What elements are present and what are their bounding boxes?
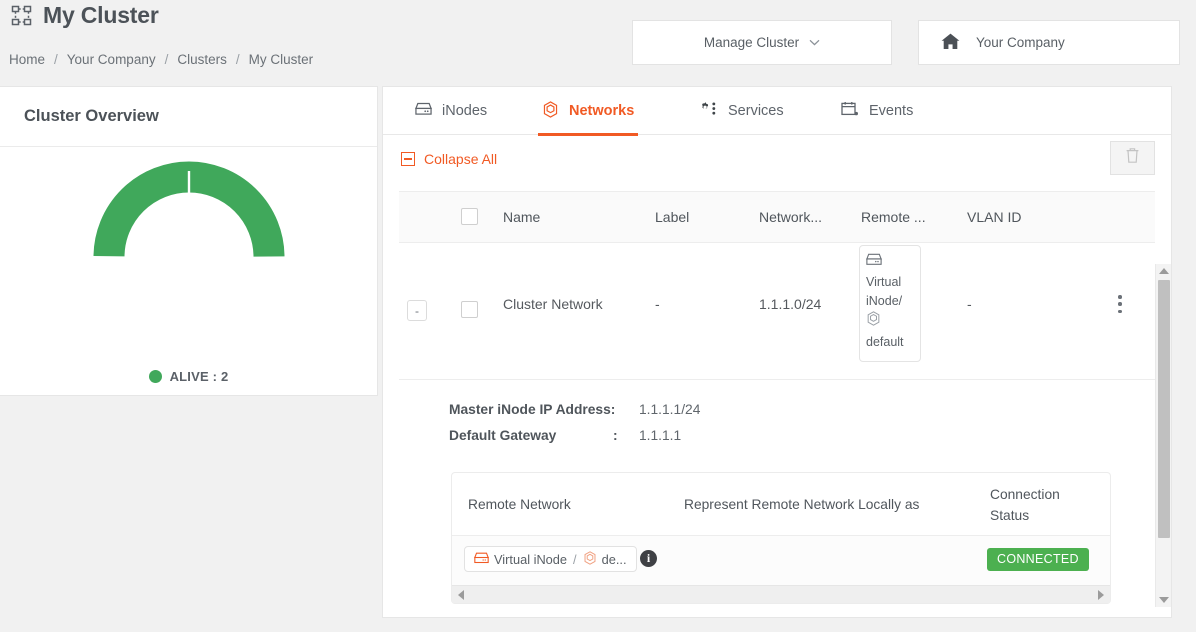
tab-networks[interactable]: Networks (538, 87, 639, 136)
breadcrumb: Home / Your Company / Clusters / My Clus… (8, 52, 314, 67)
network-hexagon-icon (542, 100, 559, 122)
column-header-remote: Remote ... (861, 209, 926, 225)
row-expand-toggle[interactable]: - (407, 300, 427, 321)
page-title: My Cluster (43, 2, 159, 28)
legend-color-swatch-alive (148, 370, 162, 383)
breadcrumb-item-clusters[interactable]: Clusters (176, 52, 228, 67)
inode-icon (415, 102, 432, 120)
column-header-represent-as: Represent Remote Network Locally as (684, 497, 920, 512)
networks-table-body: - Cluster Network - 1.1.1.0/24 Virtual i… (383, 243, 1171, 604)
row-checkbox[interactable] (461, 301, 478, 318)
network-hexagon-icon (583, 550, 597, 568)
network-hexagon-icon (866, 311, 914, 332)
tab-events-label: Events (869, 103, 914, 119)
manage-cluster-label: Manage Cluster (703, 35, 800, 50)
tab-inodes-label: iNodes (442, 103, 488, 119)
column-header-remote-network: Remote Network (468, 497, 571, 512)
scroll-right-arrow-icon[interactable] (1098, 590, 1104, 600)
box-minus-icon (401, 152, 415, 166)
scrollbar-thumb[interactable] (1158, 280, 1170, 538)
collapse-all-button[interactable]: Collapse All (401, 151, 497, 167)
column-header-vlan-id: VLAN ID (967, 209, 1022, 225)
gears-icon (699, 101, 718, 121)
breadcrumb-separator: / (164, 52, 169, 67)
cluster-topology-icon (10, 4, 34, 28)
cell-label: - (655, 296, 660, 312)
delete-button[interactable] (1110, 141, 1155, 175)
cluster-overview-title: Cluster Overview (24, 107, 159, 125)
default-gateway-row: Default Gateway : 1.1.1.1 (399, 428, 1155, 454)
trash-icon (1125, 147, 1140, 169)
select-all-checkbox[interactable] (461, 208, 478, 225)
home-icon (941, 33, 960, 53)
scroll-up-arrow-icon[interactable] (1159, 268, 1169, 274)
cell-vlan-id: - (967, 296, 972, 312)
tab-services[interactable]: Services (699, 87, 784, 135)
networks-toolbar: Collapse All (383, 135, 1171, 191)
chip-network-label: default (866, 335, 904, 349)
remote-chip-inode-label: Virtual iNode (494, 551, 568, 567)
remote-networks-table-row: Virtual iNode / de... i CONNECTED (452, 536, 1110, 585)
kebab-menu-icon[interactable] (1111, 293, 1129, 315)
alive-donut-chart (93, 161, 285, 353)
network-detail-section: Master iNode IP Address: 1.1.1.1/24 Defa… (399, 380, 1155, 604)
breadcrumb-item-my-cluster[interactable]: My Cluster (248, 52, 315, 67)
column-header-connection-status: Connection Status (990, 487, 1060, 523)
cluster-overview-header: Cluster Overview (0, 87, 377, 147)
breadcrumb-item-your-company[interactable]: Your Company (66, 52, 157, 67)
inode-icon (866, 253, 914, 272)
cell-name: Cluster Network (503, 296, 603, 312)
tab-services-label: Services (728, 103, 784, 119)
tab-events[interactable]: Events (841, 87, 913, 135)
table-row[interactable]: - Cluster Network - 1.1.1.0/24 Virtual i… (399, 243, 1155, 380)
column-header-name: Name (503, 209, 541, 225)
cell-network: 1.1.1.0/24 (759, 296, 822, 312)
chip-inode-label: Virtual iNode/ (866, 275, 903, 308)
remote-networks-table-header: Remote Network Represent Remote Network … (452, 473, 1110, 536)
master-inode-ip-label: Master iNode IP Address: (449, 402, 616, 417)
remote-networks-table: Remote Network Represent Remote Network … (451, 472, 1111, 604)
calendar-icon (841, 101, 859, 121)
column-header-label: Label (655, 209, 690, 225)
legend-label-alive: ALIVE : 2 (169, 369, 229, 384)
cell-remote-network-chip[interactable]: Virtual iNode/ default (859, 245, 921, 362)
manage-cluster-button[interactable]: Manage Cluster (632, 20, 892, 65)
default-gateway-value: 1.1.1.1 (639, 428, 682, 443)
breadcrumb-separator: / (54, 52, 58, 67)
tab-networks-label: Networks (569, 103, 635, 119)
panel-tabs: iNodes Networks Services Events (383, 87, 1171, 136)
cluster-overview-chart: ALIVE : 2 (0, 147, 377, 395)
remote-chip-separator: / (573, 551, 577, 567)
remote-network-chip[interactable]: Virtual iNode / de... (464, 546, 637, 572)
horizontal-scrollbar[interactable] (452, 585, 1110, 603)
collapse-all-label: Collapse All (424, 151, 498, 167)
tab-inodes[interactable]: iNodes (415, 87, 487, 135)
breadcrumb-separator: / (235, 52, 240, 67)
scroll-left-arrow-icon[interactable] (458, 590, 464, 600)
status-badge: CONNECTED (987, 548, 1089, 571)
master-inode-ip-row: Master iNode IP Address: 1.1.1.1/24 (399, 402, 1155, 428)
networks-panel: iNodes Networks Services Events Collapse… (382, 86, 1172, 618)
chart-legend: ALIVE : 2 (0, 369, 377, 384)
scroll-down-arrow-icon[interactable] (1159, 597, 1169, 603)
top-header: My Cluster Home / Your Company / Cluster… (0, 0, 1196, 84)
cluster-overview-panel: Cluster Overview ALIVE : 2 (0, 86, 378, 396)
info-icon[interactable]: i (640, 550, 657, 567)
master-inode-ip-value: 1.1.1.1/24 (639, 402, 701, 417)
vertical-scrollbar[interactable] (1155, 264, 1171, 607)
default-gateway-colon: : (613, 428, 618, 443)
remote-chip-network-label: de... (601, 551, 627, 567)
column-header-network: Network... (759, 209, 823, 225)
breadcrumb-item-home[interactable]: Home (8, 52, 46, 67)
page-title-row: My Cluster (10, 2, 159, 29)
chevron-down-icon (809, 37, 820, 49)
cluster-detail-page: My Cluster Home / Your Company / Cluster… (0, 0, 1196, 632)
networks-table-header: Name Label Network... Remote ... VLAN ID (399, 191, 1155, 243)
your-company-button[interactable]: Your Company (918, 20, 1180, 65)
your-company-label: Your Company (976, 35, 1065, 50)
inode-icon (474, 552, 489, 567)
default-gateway-label: Default Gateway (449, 428, 557, 443)
